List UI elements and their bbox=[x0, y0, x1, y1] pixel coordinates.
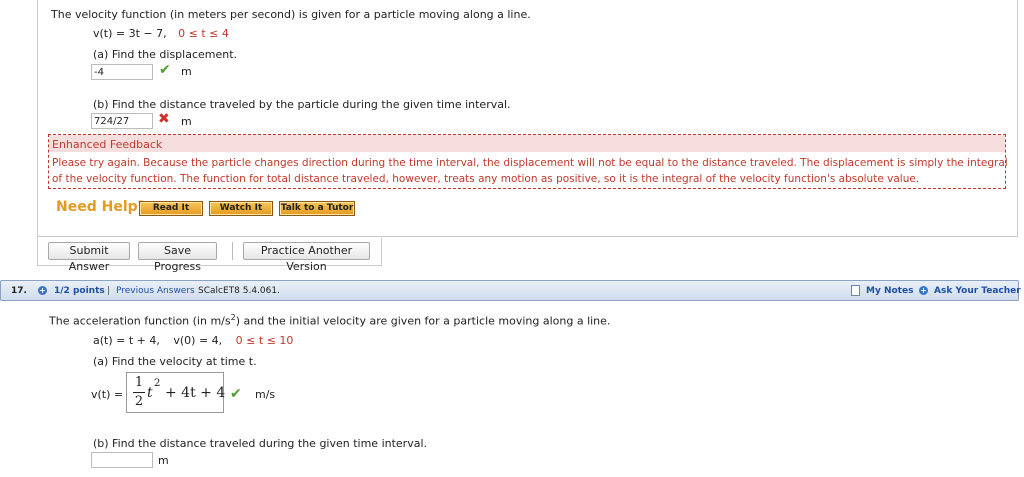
feedback-line-2: of the velocity function. The function f… bbox=[52, 173, 920, 185]
q17-intro-start: The acceleration function (in m/s bbox=[49, 314, 231, 328]
fraction-bar bbox=[133, 392, 145, 393]
q16-part-b-unit: m bbox=[181, 115, 192, 128]
feedback-line-1: Please try again. Because the particle c… bbox=[52, 157, 1008, 169]
q16-part-b-answer-input[interactable]: 724/27 bbox=[91, 113, 153, 129]
bar-separator: | bbox=[107, 286, 111, 296]
ask-your-teacher-link[interactable]: Ask Your Teacher bbox=[934, 286, 1021, 296]
fraction-denominator: 2 bbox=[134, 394, 144, 409]
previous-answers-link[interactable]: Previous Answers bbox=[116, 286, 195, 296]
check-icon: ✔ bbox=[230, 386, 242, 402]
q17-functions: a(t) = t + 4, v(0) = 4, 0 ≤ t ≤ 10 bbox=[93, 334, 293, 347]
q17-part-a-unit: m/s bbox=[255, 388, 276, 401]
feedback-title: Enhanced Feedback bbox=[52, 138, 163, 151]
q16-part-a-prompt: (a) Find the displacement. bbox=[93, 48, 238, 61]
read-it-button[interactable]: Read It bbox=[139, 201, 203, 216]
plus-circle-icon[interactable]: + bbox=[919, 286, 928, 295]
math-variable: t bbox=[147, 385, 153, 401]
points-link[interactable]: 1/2 points bbox=[54, 286, 105, 296]
q16-function: v(t) = 3t − 7, 0 ≤ t ≤ 4 bbox=[93, 27, 229, 40]
check-icon: ✔ bbox=[159, 62, 171, 78]
submit-answer-button[interactable]: Submit Answer bbox=[48, 242, 130, 273]
q17-part-b-prompt: (b) Find the distance traveled during th… bbox=[93, 437, 428, 450]
plus-circle-icon[interactable]: + bbox=[38, 286, 47, 295]
q17-intro: The acceleration function (in m/s2) and … bbox=[49, 313, 610, 328]
q17-domain: 0 ≤ t ≤ 10 bbox=[235, 334, 294, 347]
q17-intro-end: ) and the initial velocity are given for… bbox=[235, 314, 611, 328]
q17-init-velocity: v(0) = 4, bbox=[173, 334, 223, 347]
q16-part-a-unit: m bbox=[181, 65, 192, 78]
save-progress-button[interactable]: Save Progress bbox=[138, 242, 217, 273]
x-icon: ✖ bbox=[158, 111, 170, 127]
q17-accel-expr: a(t) = t + 4, bbox=[93, 334, 160, 347]
q17-part-b-unit: m bbox=[158, 454, 169, 467]
math-exponent: 2 bbox=[154, 378, 161, 389]
q17-part-a-lhs: v(t) = bbox=[91, 388, 124, 401]
math-rest: + 4t + 4 bbox=[165, 385, 226, 401]
need-help-label: Need Help? bbox=[56, 199, 146, 215]
talk-to-tutor-button[interactable]: Talk to a Tutor bbox=[279, 201, 355, 216]
q16-part-b-prompt: (b) Find the distance traveled by the pa… bbox=[93, 98, 511, 111]
watch-it-button[interactable]: Watch It bbox=[209, 201, 273, 216]
q16-domain: 0 ≤ t ≤ 4 bbox=[178, 27, 229, 40]
q16-part-a-answer-input[interactable]: -4 bbox=[91, 64, 153, 80]
fraction-numerator: 1 bbox=[134, 375, 144, 390]
q17-part-b-answer-input[interactable] bbox=[91, 452, 153, 468]
q17-part-a-prompt: (a) Find the velocity at time t. bbox=[93, 355, 257, 368]
q16-function-expr: v(t) = 3t − 7, bbox=[93, 27, 167, 40]
q16-intro: The velocity function (in meters per sec… bbox=[51, 8, 531, 21]
divider bbox=[232, 242, 233, 260]
practice-another-version-button[interactable]: Practice Another Version bbox=[243, 242, 370, 273]
notes-icon[interactable] bbox=[851, 285, 860, 296]
problem-reference: SCalcET8 5.4.061. bbox=[198, 286, 280, 296]
question-number: 17. bbox=[11, 286, 27, 296]
my-notes-link[interactable]: My Notes bbox=[866, 286, 913, 296]
